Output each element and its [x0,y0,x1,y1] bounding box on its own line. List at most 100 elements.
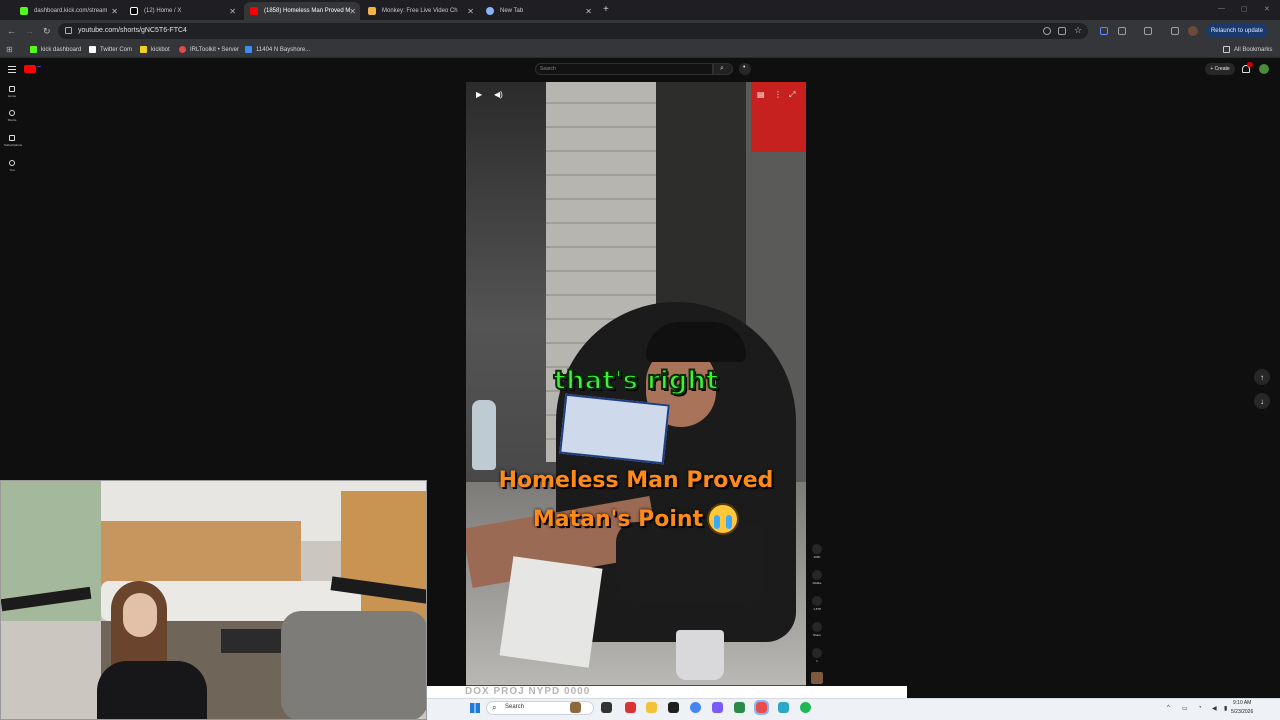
maximize-icon[interactable]: ▢ [1241,5,1248,13]
captions-icon[interactable]: ▤ [757,90,765,99]
chrome-app-icon[interactable] [625,702,636,713]
voice-search-button[interactable]: • [739,63,751,75]
extensions-puzzle-icon[interactable] [1118,27,1126,35]
thumbs-up-icon [812,544,822,554]
video-scene-newspaper [499,556,603,668]
task-view-icon[interactable] [601,702,612,713]
sidebar-item-home[interactable]: Home [4,86,20,98]
minimize-icon[interactable]: — [1218,5,1225,12]
new-tab-plus-icon[interactable]: + [603,4,609,15]
more-options-icon[interactable]: ⋮ [774,90,782,99]
tab-x-home[interactable]: (12) Home / X ✕ [124,2,240,20]
bookmark-kickbot[interactable]: kickbot [140,46,170,53]
shorts-icon [9,110,15,116]
sidebar-item-shorts[interactable]: Shorts [4,110,20,122]
close-tab-icon[interactable]: ✕ [229,7,236,16]
sidebar-item-label: You [9,168,15,172]
menu-icon[interactable] [8,66,16,73]
video-scene-shorts [616,522,766,602]
obs-icon[interactable] [668,702,679,713]
bookmark-kick-dashboard[interactable]: kick dashboard [30,46,81,53]
star-bookmark-icon[interactable]: ☆ [1074,25,1082,35]
create-button[interactable]: + Create [1205,63,1235,75]
webcam-chair [281,611,426,719]
bookmark-bayshore[interactable]: 11404 N Bayshore... [245,46,310,53]
video-scene-cup [676,630,724,680]
spotify-icon[interactable] [800,702,811,713]
url-text[interactable]: youtube.com/shorts/gNC5T6-FTC4 [78,27,187,34]
app-icon[interactable] [734,702,745,713]
sound-thumbnail[interactable] [811,672,823,684]
site-info-icon[interactable] [65,27,72,34]
clock-date[interactable]: 5/23/2026 [1231,709,1253,715]
wifi-icon[interactable]: ◔ [1198,705,1202,711]
next-short-button[interactable]: ↓ [1254,393,1270,409]
subscriptions-icon [9,135,15,141]
close-window-icon[interactable]: ✕ [1264,5,1270,13]
play-icon[interactable]: ▶ [476,90,482,99]
close-tab-icon[interactable]: ✕ [349,7,356,16]
video-scene-water-bottle [472,400,496,470]
clock-time[interactable]: 9:10 AM [1233,700,1251,706]
tab-kick-dashboard[interactable]: dashboard.kick.com/stream ✕ [14,2,122,20]
speaker-icon[interactable]: ◀ [1212,705,1217,712]
bookmark-irltoolkit[interactable]: IRLToolkit • Server [179,46,239,53]
previous-short-button[interactable]: ↑ [1254,369,1270,385]
remix-button[interactable]: 1 [811,648,823,663]
close-tab-icon[interactable]: ✕ [111,7,118,16]
forward-icon[interactable]: → [25,26,34,36]
tab-youtube-short[interactable]: (1858) Homeless Man Proved M ✕ [244,2,360,20]
tab-label: Monkey: Free Live Video Ch [382,8,458,14]
zoom-icon[interactable] [1043,27,1051,35]
remix-count: 1 [816,659,818,663]
comment-icon [812,596,822,606]
video-title-overlay-line1: Homeless Man Proved [498,468,774,493]
volume-icon[interactable]: ◀) [494,90,503,99]
back-icon[interactable]: ← [7,26,16,36]
tray-app-icon[interactable]: ▭ [1182,705,1188,712]
folder-icon [1223,46,1230,53]
side-panel-icon[interactable] [1144,27,1152,35]
sidebar-item-subscriptions[interactable]: Subscriptions [4,135,22,147]
irltoolkit-icon [179,46,186,53]
tray-chevron-icon[interactable]: ^ [1167,705,1170,711]
reload-icon[interactable]: ↻ [43,26,51,37]
discord-icon[interactable] [712,702,723,713]
battery-icon[interactable]: ▮ [1224,705,1227,712]
share-button[interactable]: Share [811,622,823,637]
comments-button[interactable]: 1,578 [811,596,823,611]
search-button[interactable]: ⌕ [713,63,733,75]
all-bookmarks-button[interactable]: All Bookmarks [1223,46,1272,53]
windows-start-icon[interactable] [470,703,480,713]
media-controls-icon[interactable] [1171,27,1179,35]
home-icon [9,86,15,92]
tab-label: dashboard.kick.com/stream [34,8,108,14]
sidebar-item-you[interactable]: You [4,160,20,172]
tab-monkey[interactable]: Monkey: Free Live Video Ch ✕ [362,2,478,20]
like-button[interactable]: 106K [811,544,823,559]
chrome-icon[interactable] [690,702,701,713]
extension-icon[interactable] [1100,27,1108,35]
close-tab-icon[interactable]: ✕ [467,7,474,16]
youtube-logo-doodle[interactable]: ~ [37,64,41,71]
relaunch-to-update-button[interactable]: Relaunch to update [1206,24,1268,38]
profile-avatar[interactable] [1188,26,1198,36]
close-tab-icon[interactable]: ✕ [585,7,592,16]
account-avatar[interactable] [1259,64,1269,74]
tab-label: New Tab [500,8,524,14]
youtube-logo-icon[interactable] [24,65,36,73]
bookmark-twitter[interactable]: Twitter Com [89,46,132,53]
dislike-button[interactable]: Dislike [811,570,823,585]
tab-label: (12) Home / X [144,8,182,14]
search-input[interactable] [535,63,713,75]
file-explorer-icon[interactable] [646,702,657,713]
tab-new-tab[interactable]: New Tab ✕ [480,2,596,20]
search-highlight-icon[interactable] [570,702,581,713]
cast-icon[interactable] [1058,27,1066,35]
search-icon: ⌕ [492,703,497,712]
active-app-icon[interactable] [754,700,769,715]
fullscreen-icon[interactable]: ⤢ [789,90,795,100]
apps-grid-icon[interactable]: ⊞ [6,45,13,54]
store-icon[interactable] [778,702,789,713]
address-bar[interactable] [58,23,1088,39]
